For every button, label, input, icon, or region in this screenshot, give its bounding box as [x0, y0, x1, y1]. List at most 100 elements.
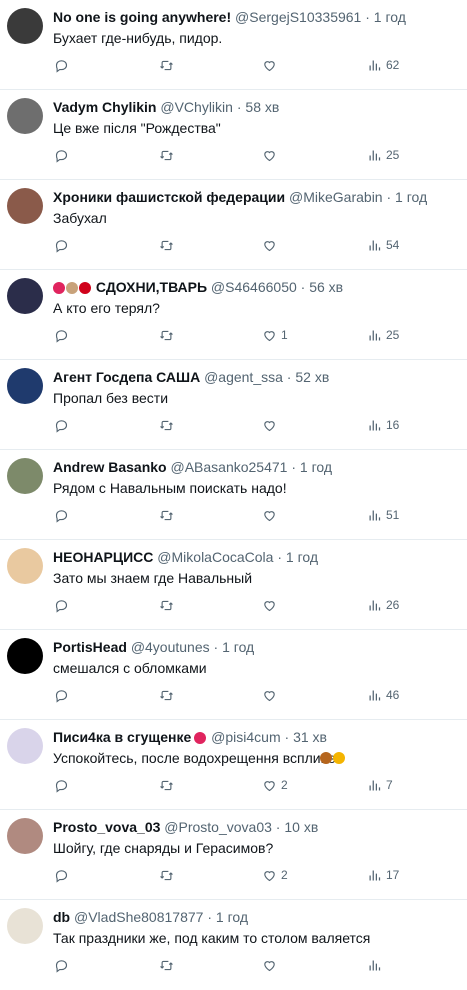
reply-button[interactable]: [54, 593, 73, 617]
reply-button[interactable]: [54, 503, 73, 527]
author-handle[interactable]: @MikolaCocaCola: [157, 549, 273, 565]
author-name[interactable]: СДОХНИ,ТВАРЬ: [96, 279, 207, 295]
author-handle[interactable]: @VChylikin: [160, 99, 233, 115]
tweet-time[interactable]: 1 год: [300, 459, 332, 475]
author-name[interactable]: Писи4ка в сгущенке: [53, 729, 191, 745]
reply-button[interactable]: [54, 143, 73, 167]
avatar[interactable]: [7, 458, 43, 494]
views-button[interactable]: 25: [367, 323, 399, 347]
tweet-time[interactable]: 1 год: [222, 639, 254, 655]
like-button[interactable]: [262, 143, 281, 167]
views-button[interactable]: 7: [367, 773, 393, 797]
reply-button[interactable]: [54, 773, 73, 797]
like-button[interactable]: [262, 683, 281, 707]
retweet-button[interactable]: [159, 863, 178, 887]
reply-button[interactable]: [54, 53, 73, 77]
author-name[interactable]: Хроники фашистской федерации: [53, 189, 285, 205]
retweet-button[interactable]: [159, 773, 178, 797]
avatar[interactable]: [7, 728, 43, 764]
author-handle[interactable]: @S46466050: [211, 279, 297, 295]
views-button[interactable]: 25: [367, 143, 399, 167]
author-handle[interactable]: @Prosto_vova03: [164, 819, 272, 835]
tweet-time[interactable]: 1 год: [216, 909, 248, 925]
author-handle[interactable]: @VladShe80817877: [74, 909, 203, 925]
like-button[interactable]: 2: [262, 773, 288, 797]
views-button[interactable]: 17: [367, 863, 399, 887]
tweet-time[interactable]: 31 хв: [293, 729, 327, 745]
views-button[interactable]: 46: [367, 683, 399, 707]
avatar[interactable]: [7, 368, 43, 404]
views-button[interactable]: 26: [367, 593, 399, 617]
retweet-button[interactable]: [159, 323, 178, 347]
author-handle[interactable]: @ABasanko25471: [170, 459, 287, 475]
views-button[interactable]: 62: [367, 53, 399, 77]
like-button[interactable]: [262, 233, 281, 257]
views-button[interactable]: [367, 953, 386, 977]
reply-tweet[interactable]: Andrew Basanko @ABasanko25471 · 1 год Ря…: [0, 450, 467, 540]
like-button[interactable]: [262, 413, 281, 437]
reply-tweet[interactable]: Vadym Chylikin @VChylikin · 58 хв Це вже…: [0, 90, 467, 180]
like-button[interactable]: 2: [262, 863, 288, 887]
like-button[interactable]: [262, 503, 281, 527]
retweet-button[interactable]: [159, 503, 178, 527]
avatar[interactable]: [7, 98, 43, 134]
retweet-button[interactable]: [159, 413, 178, 437]
tweet-time[interactable]: 1 год: [286, 549, 318, 565]
avatar[interactable]: [7, 8, 43, 44]
author-name[interactable]: Агент Госдепа САША: [53, 369, 200, 385]
tweet-time[interactable]: 56 хв: [309, 279, 343, 295]
views-button[interactable]: 54: [367, 233, 399, 257]
reply-button[interactable]: [54, 953, 73, 977]
retweet-button[interactable]: [159, 143, 178, 167]
reply-button[interactable]: [54, 323, 73, 347]
author-name[interactable]: Vadym Chylikin: [53, 99, 156, 115]
retweet-button[interactable]: [159, 53, 178, 77]
views-button[interactable]: 16: [367, 413, 399, 437]
like-button[interactable]: [262, 593, 281, 617]
like-count: 1: [281, 328, 288, 342]
reply-button[interactable]: [54, 683, 73, 707]
reply-button[interactable]: [54, 413, 73, 437]
retweet-button[interactable]: [159, 683, 178, 707]
tweet-time[interactable]: 1 год: [395, 189, 427, 205]
reply-tweet[interactable]: Хроники фашистской федерации @MikeGarabi…: [0, 180, 467, 270]
like-button[interactable]: 1: [262, 323, 288, 347]
author-handle[interactable]: @4youtunes: [131, 639, 210, 655]
reply-button[interactable]: [54, 863, 73, 887]
tweet-time[interactable]: 10 хв: [284, 819, 318, 835]
avatar[interactable]: [7, 818, 43, 854]
author-name[interactable]: Prosto_vova_03: [53, 819, 160, 835]
author-name[interactable]: No one is going anywhere!: [53, 9, 231, 25]
tweet-time[interactable]: 58 хв: [245, 99, 279, 115]
avatar[interactable]: [7, 908, 43, 944]
views-button[interactable]: 51: [367, 503, 399, 527]
reply-tweet[interactable]: Агент Госдепа САША @agent_ssa · 52 хв Пр…: [0, 360, 467, 450]
tweet-time[interactable]: 1 год: [374, 9, 406, 25]
author-name[interactable]: PortisHead: [53, 639, 127, 655]
author-name[interactable]: db: [53, 909, 70, 925]
retweet-button[interactable]: [159, 953, 178, 977]
avatar[interactable]: [7, 638, 43, 674]
reply-tweet[interactable]: Prosto_vova_03 @Prosto_vova03 · 10 хв Шо…: [0, 810, 467, 900]
reply-tweet[interactable]: СДОХНИ,ТВАРЬ @S46466050 · 56 хв А кто ег…: [0, 270, 467, 360]
like-button[interactable]: [262, 53, 281, 77]
author-handle[interactable]: @pisi4cum: [211, 729, 280, 745]
reply-tweet[interactable]: db @VladShe80817877 · 1 год Так праздник…: [0, 900, 467, 990]
retweet-button[interactable]: [159, 233, 178, 257]
tweet-time[interactable]: 52 хв: [295, 369, 329, 385]
author-name[interactable]: НЕОНАРЦИСС: [53, 549, 153, 565]
author-handle[interactable]: @agent_ssa: [204, 369, 283, 385]
like-button[interactable]: [262, 953, 281, 977]
reply-tweet[interactable]: PortisHead @4youtunes · 1 год смешался с…: [0, 630, 467, 720]
reply-button[interactable]: [54, 233, 73, 257]
avatar[interactable]: [7, 278, 43, 314]
author-handle[interactable]: @SergejS10335961: [235, 9, 361, 25]
reply-tweet[interactable]: НЕОНАРЦИСС @MikolaCocaCola · 1 год Зато …: [0, 540, 467, 630]
author-name[interactable]: Andrew Basanko: [53, 459, 167, 475]
retweet-button[interactable]: [159, 593, 178, 617]
reply-tweet[interactable]: Писи4ка в сгущенке @pisi4cum · 31 хв Усп…: [0, 720, 467, 810]
avatar[interactable]: [7, 548, 43, 584]
reply-tweet[interactable]: No one is going anywhere! @SergejS103359…: [0, 0, 467, 90]
avatar[interactable]: [7, 188, 43, 224]
author-handle[interactable]: @MikeGarabin: [289, 189, 383, 205]
